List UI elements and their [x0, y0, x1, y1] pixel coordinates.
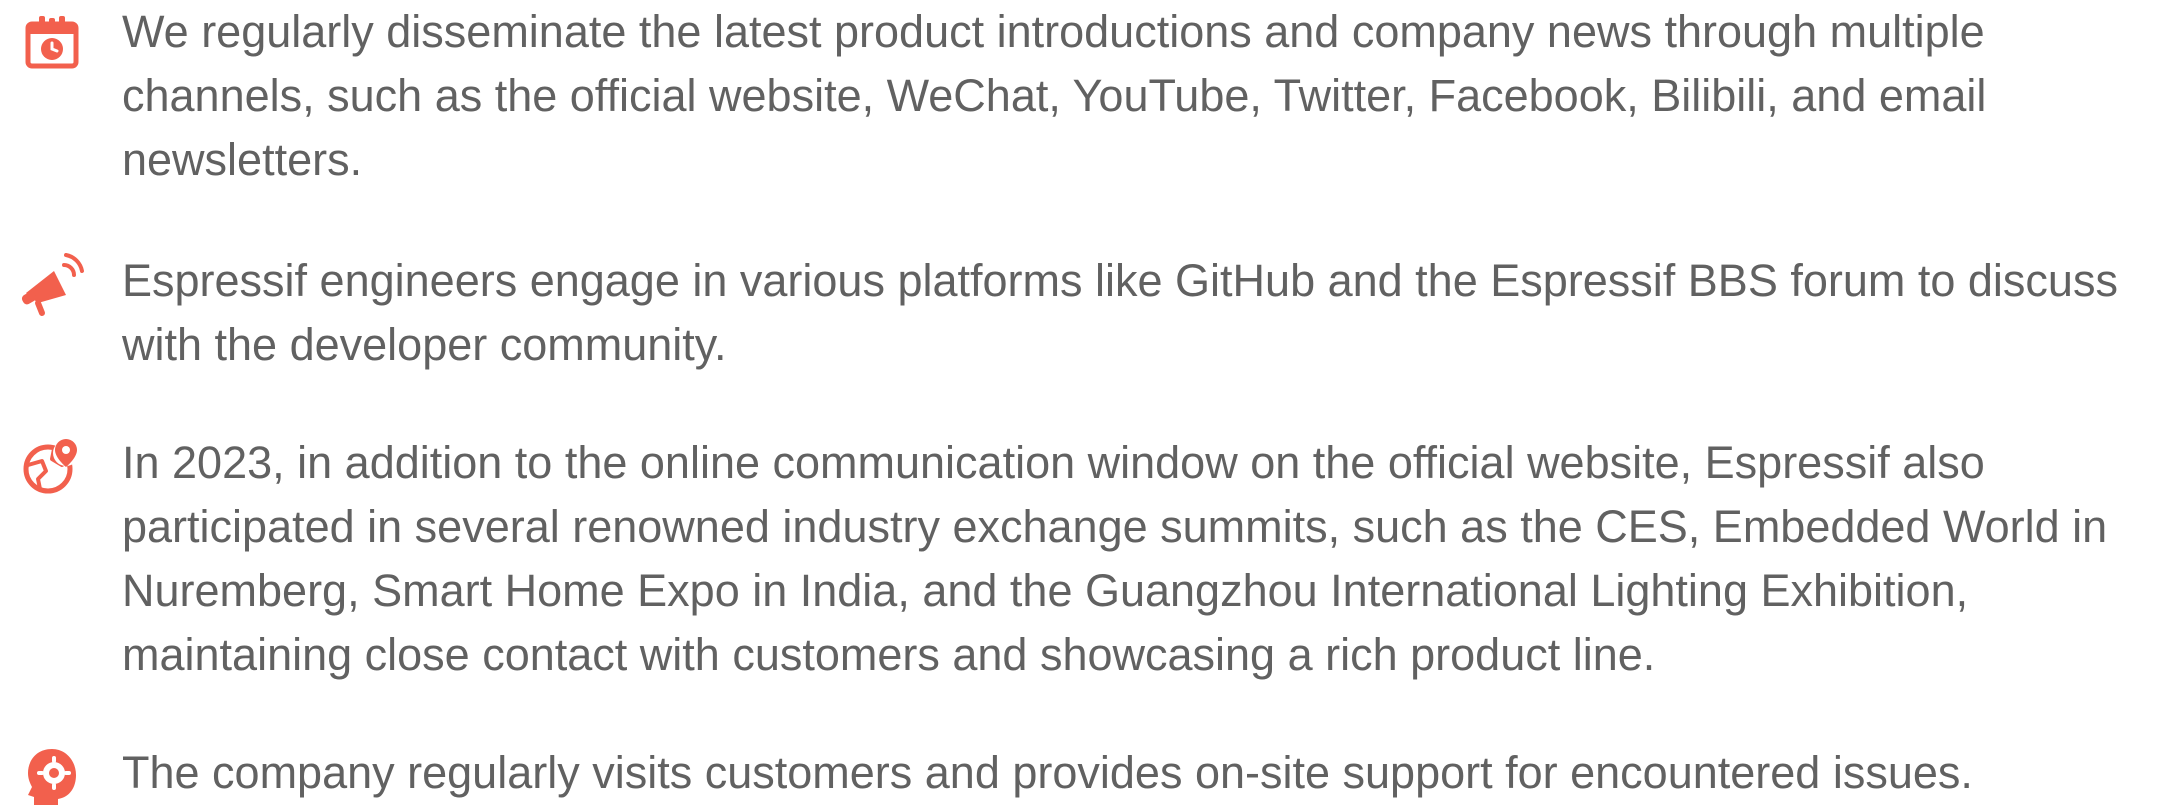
head-gear-icon	[20, 745, 84, 809]
item-text: Espressif engineers engage in various pl…	[122, 255, 2118, 370]
megaphone-icon	[20, 253, 84, 317]
globe-location-icon	[20, 435, 84, 499]
item-text: In 2023, in addition to the online commu…	[122, 437, 2108, 680]
calendar-icon	[20, 10, 84, 74]
item-text: The company regularly visits customers a…	[122, 747, 1973, 798]
item-text: We regularly disseminate the latest prod…	[122, 6, 1987, 185]
communication-list: We regularly disseminate the latest prod…	[0, 0, 2161, 805]
